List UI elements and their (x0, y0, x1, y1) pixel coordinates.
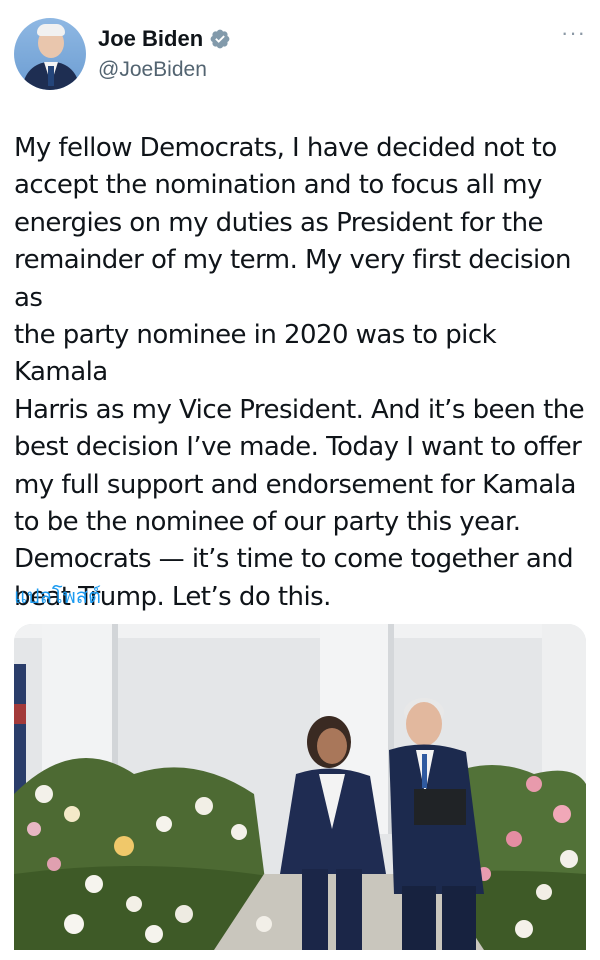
user-handle[interactable]: @JoeBiden (98, 58, 207, 82)
tweet-header: Joe Biden @JoeBiden ··· (14, 18, 586, 94)
avatar-tie (48, 66, 54, 86)
more-options-icon[interactable]: ··· (561, 22, 586, 44)
display-name[interactable]: Joe Biden (98, 26, 203, 52)
verified-badge-icon[interactable] (209, 28, 231, 50)
tweet-page: Joe Biden @JoeBiden ··· My fellow Democr… (0, 0, 600, 960)
name-row: Joe Biden (98, 24, 231, 54)
translate-post-link[interactable]: แปลโพสต์ (14, 580, 101, 612)
attached-photo[interactable] (14, 624, 586, 950)
photo-illustration (14, 624, 586, 950)
tweet-text: My fellow Democrats, I have decided not … (14, 133, 585, 612)
avatar-hair (37, 24, 65, 36)
avatar[interactable] (14, 18, 86, 90)
